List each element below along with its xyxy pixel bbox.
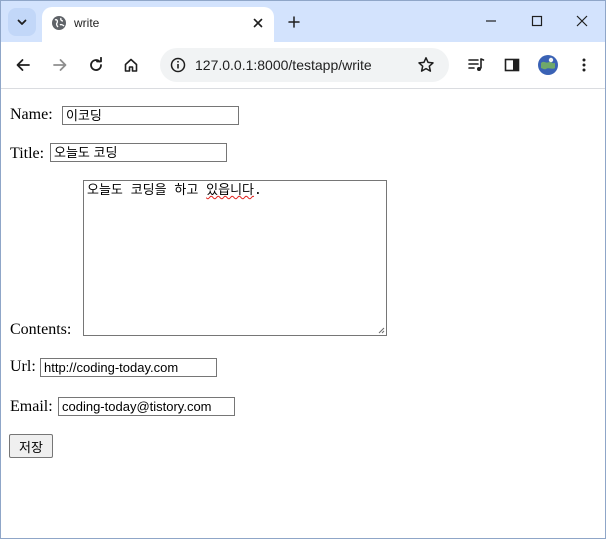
email-label: Email:	[10, 398, 53, 415]
url-label: Url:	[10, 358, 36, 375]
address-bar[interactable]: 127.0.0.1:8000/testapp/write	[160, 48, 449, 82]
contents-text: 오늘도 코딩을 하고	[87, 183, 207, 198]
bookmark-button[interactable]	[414, 53, 438, 77]
browser-toolbar: 127.0.0.1:8000/testapp/write	[1, 42, 605, 89]
media-controls-button[interactable]	[462, 51, 490, 79]
minimize-icon	[486, 20, 496, 22]
chevron-down-icon	[17, 19, 27, 25]
home-button[interactable]	[117, 51, 145, 79]
maximize-icon	[531, 15, 543, 27]
tab-strip: write	[1, 1, 605, 42]
back-button[interactable]	[9, 51, 37, 79]
home-icon	[124, 58, 138, 72]
plus-icon	[288, 16, 300, 28]
resize-grip-icon[interactable]	[377, 326, 385, 334]
close-icon	[253, 18, 263, 28]
arrow-left-icon	[16, 59, 30, 71]
url-input[interactable]: http://coding-today.com	[40, 358, 217, 377]
contents-textarea[interactable]: 오늘도 코딩을 하고 있읍니다.	[83, 180, 387, 336]
save-button[interactable]: 저장	[9, 434, 53, 458]
close-icon	[576, 15, 588, 27]
contents-text-misspelled: 있읍니다	[206, 183, 255, 198]
site-info-button[interactable]	[166, 53, 190, 77]
name-label: Name:	[10, 106, 53, 123]
side-panel-button[interactable]	[498, 51, 526, 79]
minimize-button[interactable]	[469, 5, 513, 37]
star-icon	[418, 57, 434, 72]
more-vertical-icon	[582, 58, 586, 72]
side-panel-icon	[504, 58, 520, 72]
tab-search-button[interactable]	[8, 8, 36, 36]
profile-button[interactable]	[534, 51, 562, 79]
email-input[interactable]: coding-today@tistory.com	[58, 397, 235, 416]
tab-close-button[interactable]	[248, 13, 268, 33]
tab-title: write	[74, 16, 100, 30]
page-content: Name: 이코딩 Title: 오늘도 코딩 Contents: 오늘도 코딩…	[1, 89, 605, 538]
forward-button[interactable]	[46, 51, 74, 79]
reload-button[interactable]	[82, 51, 110, 79]
close-window-button[interactable]	[560, 5, 604, 37]
title-input[interactable]: 오늘도 코딩	[50, 143, 227, 162]
browser-window: write 127.0.0.1:8000/testapp/write Name:…	[0, 0, 606, 539]
contents-text-end: .	[254, 183, 262, 198]
contents-label: Contents:	[10, 321, 72, 338]
info-icon	[170, 57, 186, 73]
new-tab-button[interactable]	[282, 10, 306, 34]
menu-button[interactable]	[570, 51, 598, 79]
maximize-button[interactable]	[515, 5, 559, 37]
avatar	[538, 55, 558, 75]
reload-icon	[90, 57, 102, 71]
globe-icon	[52, 16, 66, 30]
arrow-right-icon	[53, 59, 67, 71]
address-url: 127.0.0.1:8000/testapp/write	[195, 57, 372, 73]
name-input[interactable]: 이코딩	[62, 106, 239, 125]
tab-write[interactable]: write	[42, 7, 274, 42]
queue-music-icon	[468, 58, 485, 71]
title-label: Title:	[10, 145, 45, 162]
